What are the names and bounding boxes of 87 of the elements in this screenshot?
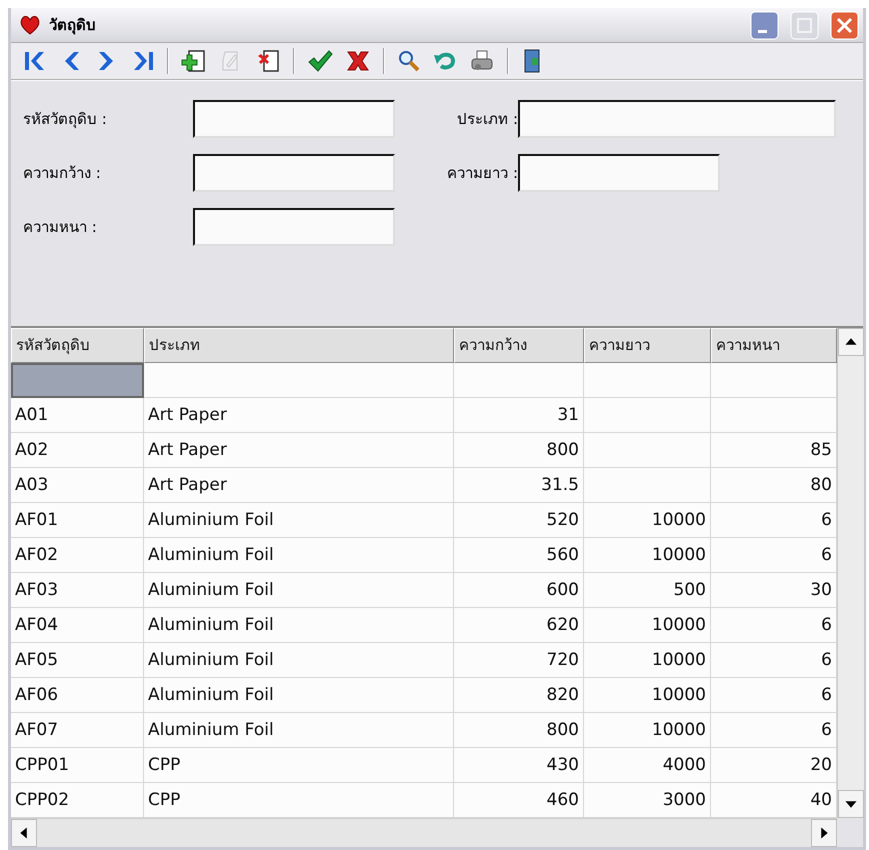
- table-cell: 720: [454, 643, 584, 678]
- input-field[interactable]: [518, 154, 720, 192]
- table-cell: 600: [454, 573, 584, 608]
- table-cell: AF06: [11, 678, 144, 713]
- table-cell: 800: [454, 433, 584, 468]
- table-cell: 4000: [584, 748, 711, 783]
- close-button[interactable]: [830, 10, 859, 40]
- search-icon[interactable]: [397, 49, 421, 73]
- table-cell: CPP: [144, 748, 454, 783]
- table-cell: AF02: [11, 538, 144, 573]
- table-cell: A02: [11, 433, 144, 468]
- table-cell: Art Paper: [144, 468, 454, 503]
- scroll-up-icon[interactable]: [838, 328, 864, 356]
- add-document-icon[interactable]: [181, 48, 207, 74]
- heart-logo-icon: [19, 14, 41, 36]
- horizontal-scrollbar[interactable]: [11, 818, 837, 847]
- table-cell: AF01: [11, 503, 144, 538]
- table-cell: 10000: [584, 503, 711, 538]
- table-cell: 6: [711, 503, 837, 538]
- table-cell: Aluminium Foil: [144, 573, 454, 608]
- table-cell: Aluminium Foil: [144, 678, 454, 713]
- table-cell: A03: [11, 468, 144, 503]
- table-cell: CPP02: [11, 783, 144, 818]
- table-cell: 10000: [584, 643, 711, 678]
- table-cell: 6: [711, 678, 837, 713]
- table-cell: Aluminium Foil: [144, 608, 454, 643]
- input-field[interactable]: [193, 154, 395, 192]
- cross-icon[interactable]: [345, 49, 371, 73]
- table-cell: AF05: [11, 643, 144, 678]
- table-cell: Art Paper: [144, 433, 454, 468]
- input-field[interactable]: [193, 208, 395, 246]
- table-cell: 3000: [584, 783, 711, 818]
- column-header[interactable]: ความกว้าง: [454, 328, 584, 363]
- table-cell: 10000: [584, 608, 711, 643]
- table-cell: 6: [711, 713, 837, 748]
- table-cell: 10000: [584, 538, 711, 573]
- table-cell: 10000: [584, 678, 711, 713]
- column-header[interactable]: รหัสวัตถุดิบ: [11, 328, 144, 363]
- input-field[interactable]: [518, 100, 836, 138]
- table-cell: 500: [584, 573, 711, 608]
- checkmark-icon[interactable]: [307, 49, 333, 73]
- table-cell: AF07: [11, 713, 144, 748]
- table-cell: Aluminium Foil: [144, 503, 454, 538]
- table-cell: 85: [711, 433, 837, 468]
- table-cell: 80: [711, 468, 837, 503]
- table-cell: 40: [711, 783, 837, 818]
- field-label: ความหนา :: [23, 217, 98, 238]
- table-cell: A01: [11, 398, 144, 433]
- table-cell: AF04: [11, 608, 144, 643]
- field-label: รหัสวัตถุดิบ :: [23, 109, 108, 130]
- table-cell: 6: [711, 643, 837, 678]
- table-cell: 800: [454, 713, 584, 748]
- column-header[interactable]: ประเภท: [144, 328, 454, 363]
- vertical-scrollbar[interactable]: [837, 328, 864, 818]
- table-cell: 10000: [584, 713, 711, 748]
- table-cell: 520: [454, 503, 584, 538]
- table-cell: 6: [711, 608, 837, 643]
- scroll-right-icon[interactable]: [811, 819, 837, 847]
- table-cell: Art Paper: [144, 398, 454, 433]
- table-cell: CPP: [144, 783, 454, 818]
- table-cell: 20: [711, 748, 837, 783]
- field-label: ประเภท :: [456, 109, 518, 130]
- field-label: ความยาว :: [446, 163, 518, 184]
- table-cell: 30: [711, 573, 837, 608]
- table-cell: 460: [454, 783, 584, 818]
- table-cell: 6: [711, 538, 837, 573]
- table-cell: 820: [454, 678, 584, 713]
- scroll-left-icon[interactable]: [11, 819, 37, 847]
- table-cell: Aluminium Foil: [144, 538, 454, 573]
- column-header[interactable]: ความหนา: [711, 328, 837, 363]
- field-label: ความกว้าง :: [23, 163, 102, 184]
- minimize-button[interactable]: [750, 10, 779, 40]
- column-header[interactable]: ความยาว: [584, 328, 711, 363]
- table-cell: CPP01: [11, 748, 144, 783]
- input-field[interactable]: [193, 100, 395, 138]
- window-title: วัตถุดิบ: [49, 15, 97, 36]
- table-cell: Aluminium Foil: [144, 713, 454, 748]
- table-cell: AF03: [11, 573, 144, 608]
- table-cell: 560: [454, 538, 584, 573]
- printer-icon[interactable]: [469, 49, 495, 73]
- table-cell: Aluminium Foil: [144, 643, 454, 678]
- table-cell: 620: [454, 608, 584, 643]
- table-cell: 430: [454, 748, 584, 783]
- scroll-down-icon[interactable]: [838, 790, 864, 818]
- table-cell: 31.5: [454, 468, 584, 503]
- table-cell: 31: [454, 398, 584, 433]
- current-cell[interactable]: [11, 363, 144, 398]
